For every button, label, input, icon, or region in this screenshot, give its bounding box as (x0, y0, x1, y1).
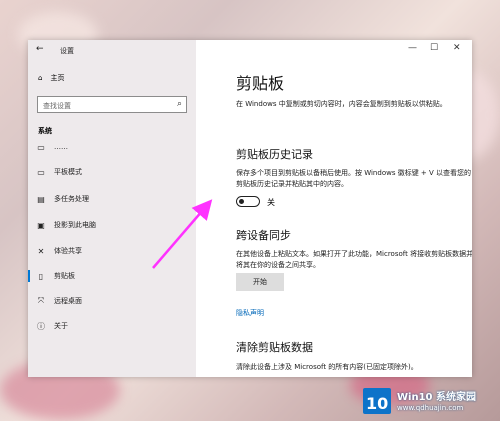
sidebar-item-label: 剪贴板 (54, 272, 75, 280)
share-icon: ✕ (37, 246, 45, 256)
search-placeholder: 查找设置 (43, 102, 71, 110)
search-icon[interactable]: ⌕ (177, 99, 182, 109)
toggle-knob (239, 199, 244, 204)
toggle-state-label: 关 (267, 198, 275, 207)
watermark-brand: Win10 系统家园 (397, 392, 476, 403)
sidebar-item-about[interactable]: ⓘ 关于 (28, 317, 196, 335)
project-icon: ▣ (37, 220, 45, 230)
privacy-link[interactable]: 隐私声明 (236, 308, 264, 318)
sidebar-item-label: 体验共享 (54, 247, 82, 255)
info-icon: ⓘ (37, 321, 45, 331)
multitask-icon: ▤ (37, 194, 45, 204)
history-description: 保存多个项目到剪贴板以备稍后使用。按 Windows 徽标键 + V 以查看您的… (236, 169, 472, 188)
svg-text:10: 10 (366, 394, 388, 413)
sidebar-item-shared-experiences[interactable]: ✕ 体验共享 (28, 242, 196, 260)
history-toggle[interactable] (236, 196, 260, 207)
sidebar-item-multitasking[interactable]: ▤ 多任务处理 (28, 190, 196, 208)
home-label: 主页 (50, 74, 65, 82)
watermark-logo: 10 Win10 系统家园 www.qdhuajin.com (360, 384, 498, 418)
sidebar-item-label: 多任务处理 (54, 195, 89, 203)
tablet-icon: ▭ (37, 167, 45, 177)
page-title: 剪贴板 (236, 74, 285, 93)
sidebar-item-project-to-pc[interactable]: ▣ 投影到此电脑 (28, 216, 196, 234)
search-input[interactable]: 查找设置 ⌕ (37, 96, 187, 113)
sync-title: 跨设备同步 (236, 229, 291, 242)
sidebar-item-tablet-mode[interactable]: ▭ 平板模式 (28, 163, 196, 181)
clear-title: 清除剪贴板数据 (236, 341, 313, 354)
sync-description: 在其他设备上粘贴文本。如果打开了此功能，Microsoft 将接收剪贴板数据并将… (236, 250, 472, 269)
start-sync-button[interactable]: 开始 (236, 273, 284, 291)
sidebar-item-label: 远程桌面 (54, 297, 82, 305)
settings-sidebar: ← 设置 ⌂ 主页 查找设置 ⌕ 系统 ▭ …… ▭ 平板模式 ▤ 多任务处理 … (28, 40, 196, 377)
sidebar-item-label: 投影到此电脑 (54, 221, 96, 229)
back-arrow-icon[interactable]: ← (36, 44, 44, 54)
sidebar-item-remote-desktop[interactable]: ⤧ 远程桌面 (28, 292, 196, 310)
maximize-button[interactable]: ☐ (430, 43, 438, 53)
sidebar-item-clipboard[interactable]: ▯ 剪贴板 (28, 267, 196, 285)
partial-item-icon: ▭ (37, 142, 45, 152)
app-title: 设置 (60, 47, 74, 55)
sidebar-item-label: 关于 (54, 322, 68, 330)
settings-window: ← 设置 ⌂ 主页 查找设置 ⌕ 系统 ▭ …… ▭ 平板模式 ▤ 多任务处理 … (28, 40, 472, 377)
clipboard-icon: ▯ (38, 271, 44, 281)
active-indicator (28, 270, 30, 282)
clear-description: 清除此设备上涉及 Microsoft 的所有内容(已固定项除外)。 (236, 363, 418, 371)
clipboard-settings-page: — ☐ ✕ 剪贴板 在 Windows 中复制或剪切内容时，内容会复制到剪贴板以… (196, 40, 472, 377)
sidebar-home[interactable]: ⌂ 主页 (38, 73, 64, 83)
remote-desktop-icon: ⤧ (37, 296, 45, 305)
sidebar-item-label: 平板模式 (54, 168, 82, 176)
sidebar-item-label: …… (54, 143, 68, 151)
minimize-button[interactable]: — (408, 43, 417, 53)
home-icon: ⌂ (38, 74, 43, 82)
sidebar-item-partial[interactable]: ▭ …… (28, 142, 196, 152)
close-button[interactable]: ✕ (453, 43, 461, 53)
history-title: 剪贴板历史记录 (236, 148, 313, 161)
title-bar: ← 设置 (28, 40, 196, 60)
section-title: 系统 (38, 127, 52, 135)
intro-text: 在 Windows 中复制或剪切内容时，内容会复制到剪贴板以供粘贴。 (236, 100, 447, 108)
watermark-url: www.qdhuajin.com (397, 404, 464, 412)
